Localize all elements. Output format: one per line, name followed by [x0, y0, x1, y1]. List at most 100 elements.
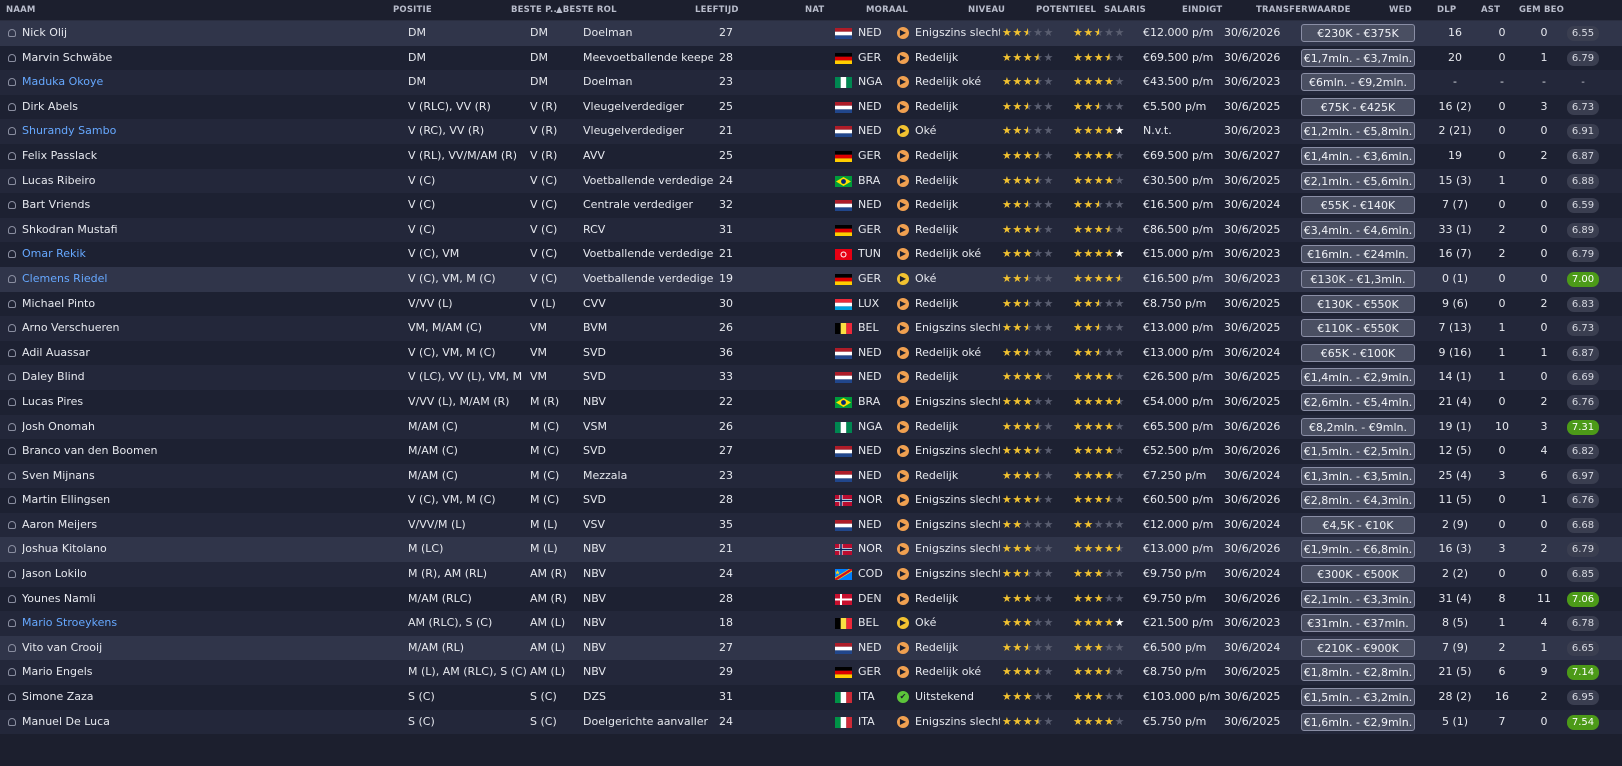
- transferwaarde-badge[interactable]: €1,6mln. - €2,9mln.: [1301, 712, 1415, 731]
- transferwaarde-badge[interactable]: €230K - €375K: [1301, 24, 1415, 42]
- table-row-10[interactable]: Clemens Riedel V (C), VM, M (C) V (C) Vo…: [0, 266, 1622, 292]
- table-row-13[interactable]: Adil Auassar V (C), VM, M (C) VM SVD 36 …: [0, 340, 1622, 366]
- transferwaarde-badge[interactable]: €210K - €900K: [1301, 638, 1415, 657]
- player-name[interactable]: Mario Engels: [22, 660, 187, 685]
- table-row-7[interactable]: Bart Vriends V (C) V (C) Centrale verded…: [0, 193, 1622, 218]
- player-name[interactable]: Michael Pinto: [22, 292, 187, 317]
- table-row-27[interactable]: Simone Zaza S (C) S (C) DZS 31 ITA ✔ Uit…: [0, 685, 1622, 710]
- table-row-4[interactable]: Shurandy Sambo V (RC), VV (R) V (R) Vleu…: [0, 119, 1622, 144]
- col-leeftijd[interactable]: LEEFTIJD: [695, 0, 739, 20]
- col-salaris[interactable]: SALARIS: [1104, 0, 1146, 20]
- transferwaarde-badge[interactable]: €2,6mln. - €5,4mln.: [1301, 392, 1415, 411]
- player-name[interactable]: Martin Ellingsen: [22, 488, 187, 513]
- table-row-0[interactable]: Nick Olij DM DM Doelman 27 NED ▶ Enigszi…: [0, 21, 1622, 46]
- table-row-6[interactable]: Lucas Ribeiro V (C) V (C) Voetballende v…: [0, 168, 1622, 194]
- transferwaarde-badge[interactable]: €1,5mln. - €3,2mln.: [1301, 688, 1415, 707]
- player-name[interactable]: Maduka Okoye: [22, 70, 187, 95]
- table-row-23[interactable]: Younes Namli M/AM (RLC) AM (R) NBV 28 DE…: [0, 586, 1622, 612]
- table-row-25[interactable]: Vito van Crooij M/AM (RL) AM (L) NBV 2 7 …: [0, 635, 1622, 661]
- col-gem-beo[interactable]: GEM BEO: [1519, 0, 1564, 20]
- player-name[interactable]: Aaron Meijers: [22, 513, 187, 538]
- col-dlp[interactable]: DLP: [1437, 0, 1456, 20]
- player-name[interactable]: Marvin Schwäbe: [22, 46, 187, 71]
- table-row-9[interactable]: Omar Rekik V (C), VM V (C) Voetballende …: [0, 242, 1622, 267]
- col-beste-positie[interactable]: BESTE P...: [511, 0, 560, 20]
- player-name[interactable]: Manuel De Luca: [22, 710, 187, 735]
- player-name[interactable]: Simone Zaza: [22, 685, 187, 710]
- table-row-18[interactable]: Sven Mijnans M/AM (C) M (C) Mezzala 23 N…: [0, 463, 1622, 489]
- player-name[interactable]: Branco van den Boomen: [22, 439, 187, 464]
- player-name[interactable]: Bart Vriends: [22, 193, 187, 218]
- col-positie[interactable]: POSITIE: [393, 0, 432, 20]
- player-name[interactable]: Omar Rekik: [22, 242, 187, 267]
- transferwaarde-badge[interactable]: €65K - €100K: [1301, 343, 1415, 362]
- table-row-21[interactable]: Joshua Kitolano M (LC) M (L) NBV 21 NOR …: [0, 537, 1622, 563]
- player-name[interactable]: Sven Mijnans: [22, 464, 187, 489]
- player-name[interactable]: Younes Namli: [22, 587, 187, 612]
- col-beste-rol[interactable]: ▲BESTE ROL: [556, 0, 617, 20]
- col-transferwaarde[interactable]: TRANSFERWAARDE: [1256, 0, 1351, 20]
- player-name[interactable]: Shkodran Mustafi: [22, 218, 187, 243]
- player-name[interactable]: Lucas Pires: [22, 390, 187, 415]
- col-potentieel[interactable]: POTENTIEEL: [1036, 0, 1096, 20]
- player-name[interactable]: Joshua Kitolano: [22, 537, 187, 562]
- table-row-3[interactable]: Dirk Abels V (RLC), VV (R) V (R) Vleugel…: [0, 94, 1622, 120]
- player-name[interactable]: Felix Passlack: [22, 144, 187, 169]
- transferwaarde-badge[interactable]: €130K - €1,3mln.: [1301, 269, 1415, 288]
- col-eindigt[interactable]: EINDIGT: [1182, 0, 1222, 20]
- table-row-24[interactable]: Mario Stroeykens AM (RLC), S (C) AM (L) …: [0, 611, 1622, 636]
- player-name[interactable]: Dirk Abels: [22, 95, 187, 120]
- col-nat[interactable]: NAT: [805, 0, 824, 20]
- transferwaarde-badge[interactable]: €55K - €140K: [1301, 196, 1415, 215]
- player-name[interactable]: Vito van Crooij: [22, 636, 187, 661]
- col-moraal[interactable]: MORAAL: [866, 0, 908, 20]
- table-row-14[interactable]: Daley Blind V (LC), VV (L), VM, M (... V…: [0, 365, 1622, 390]
- transferwaarde-badge[interactable]: €1,3mln. - €3,5mln.: [1301, 466, 1415, 485]
- player-name[interactable]: Nick Olij: [22, 21, 187, 46]
- table-row-19[interactable]: Martin Ellingsen V (C), VM, M (C) M (C) …: [0, 488, 1622, 513]
- player-name[interactable]: Shurandy Sambo: [22, 119, 187, 144]
- col-ast[interactable]: AST: [1481, 0, 1500, 20]
- transferwaarde-badge[interactable]: €75K - €425K: [1301, 97, 1415, 116]
- col-niveau[interactable]: NIVEAU: [968, 0, 1005, 20]
- transferwaarde-badge[interactable]: €2,8mln. - €4,3mln.: [1301, 491, 1415, 510]
- table-row-16[interactable]: Josh Onomah M/AM (C) M (C) VSM 26 NGA ▶ …: [0, 414, 1622, 440]
- player-name[interactable]: Clemens Riedel: [22, 267, 187, 292]
- transferwaarde-badge[interactable]: €1,5mln. - €2,5mln.: [1301, 442, 1415, 461]
- transferwaarde-badge[interactable]: €110K - €550K: [1301, 319, 1415, 338]
- player-name[interactable]: Lucas Ribeiro: [22, 169, 187, 194]
- table-row-15[interactable]: Lucas Pires V/VV (L), M/AM (R) M (R) NBV…: [0, 389, 1622, 415]
- table-row-17[interactable]: Branco van den Boomen M/AM (C) M (C) SVD…: [0, 439, 1622, 464]
- transferwaarde-badge[interactable]: €2,1mln. - €5,6mln.: [1301, 171, 1415, 190]
- col-wed[interactable]: WED: [1389, 0, 1412, 20]
- table-row-26[interactable]: Mario Engels M (L), AM (RLC), S (C) AM (…: [0, 660, 1622, 686]
- table-row-1[interactable]: Marvin Schwäbe DM DM Meevoetballende kee…: [0, 45, 1622, 71]
- transferwaarde-badge[interactable]: €1,4mln. - €3,6mln.: [1301, 146, 1415, 165]
- transferwaarde-badge[interactable]: €2,1mln. - €3,3mln.: [1301, 589, 1415, 608]
- player-name[interactable]: Jason Lokilo: [22, 562, 187, 587]
- table-row-2[interactable]: Maduka Okoye DM DM Doelman 23 NGA ▶ Rede…: [0, 70, 1622, 95]
- transferwaarde-badge[interactable]: €3,4mln. - €4,6mln.: [1301, 220, 1415, 239]
- transferwaarde-badge[interactable]: €300K - €500K: [1301, 565, 1415, 584]
- player-name[interactable]: Daley Blind: [22, 365, 187, 390]
- transferwaarde-badge[interactable]: €1,9mln. - €6,8mln.: [1301, 540, 1415, 559]
- player-name[interactable]: Arno Verschueren: [22, 316, 187, 341]
- table-row-11[interactable]: Michael Pinto V/VV (L) V (L) CVV 30 LUX …: [0, 291, 1622, 317]
- col-naam[interactable]: NAAM: [6, 0, 36, 20]
- table-row-28[interactable]: Manuel De Luca S (C) S (C) Doelgerichte …: [0, 709, 1622, 735]
- transferwaarde-badge[interactable]: €1,8mln. - €2,8mln.: [1301, 663, 1415, 682]
- table-row-22[interactable]: Jason Lokilo M (R), AM (RL) AM (R) NBV 2…: [0, 562, 1622, 587]
- player-name[interactable]: Mario Stroeykens: [22, 611, 187, 636]
- table-row-20[interactable]: Aaron Meijers V/VV/M (L) M (L) VSV 35 NE…: [0, 512, 1622, 538]
- transferwaarde-badge[interactable]: €130K - €550K: [1301, 294, 1415, 313]
- transferwaarde-badge[interactable]: €1,7mln. - €3,7mln.: [1301, 48, 1415, 67]
- table-row-8[interactable]: Shkodran Mustafi V (C) V (C) RCV 31 GER …: [0, 217, 1622, 243]
- transferwaarde-badge[interactable]: €6mln. - €9,2mln.: [1301, 73, 1415, 92]
- transferwaarde-badge[interactable]: €16mln. - €24mln.: [1301, 245, 1415, 264]
- transferwaarde-badge[interactable]: €1,4mln. - €2,9mln.: [1301, 368, 1415, 387]
- transferwaarde-badge[interactable]: €4,5K - €10K: [1301, 515, 1415, 534]
- player-name[interactable]: Josh Onomah: [22, 415, 187, 440]
- transferwaarde-badge[interactable]: €8,2mln. - €9mln.: [1301, 417, 1415, 436]
- transferwaarde-badge[interactable]: €1,2mln. - €5,8mln.: [1301, 122, 1415, 141]
- table-row-12[interactable]: Arno Verschueren VM, M/AM (C) VM BVM 26 …: [0, 316, 1622, 341]
